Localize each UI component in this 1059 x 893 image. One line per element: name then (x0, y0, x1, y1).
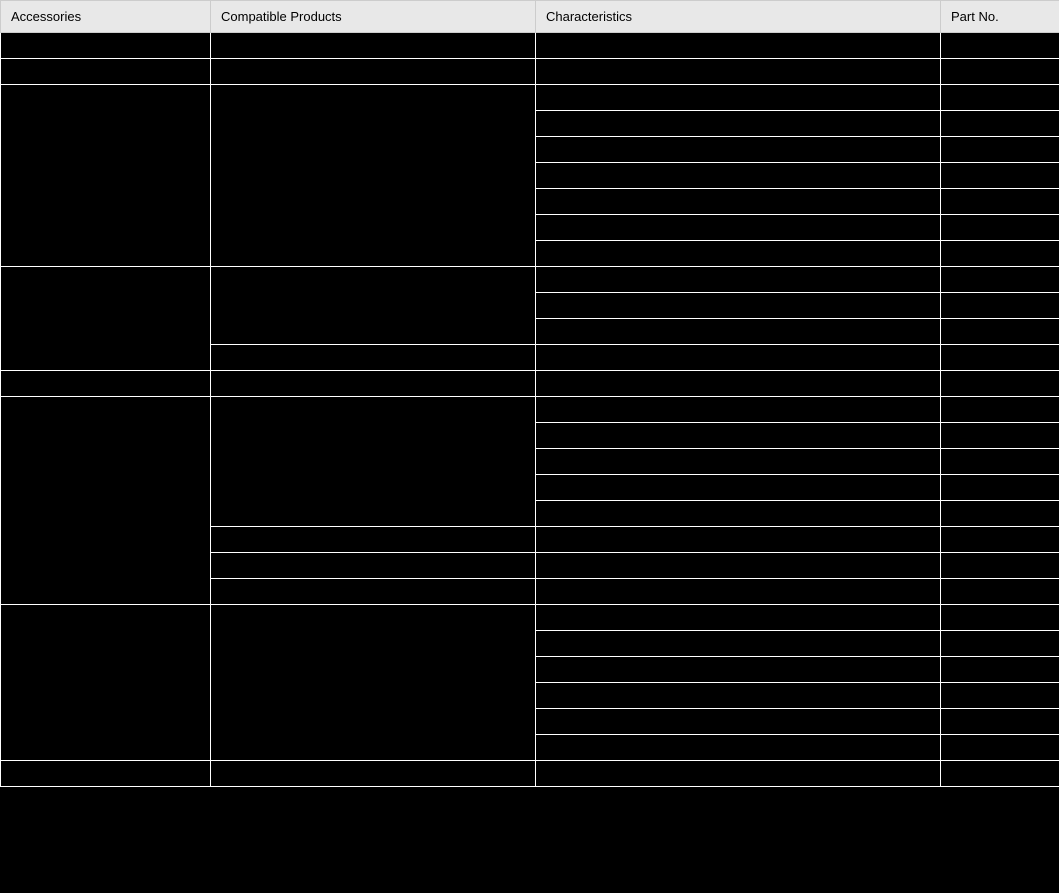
cell-chars (536, 553, 941, 579)
cell-accessory (1, 85, 211, 267)
cell-partno (941, 553, 1059, 579)
cell-chars (536, 735, 941, 761)
cell-accessory (1, 267, 211, 371)
cell-accessory (1, 371, 211, 397)
cell-partno (941, 33, 1059, 59)
cell-partno (941, 59, 1059, 85)
cell-partno (941, 423, 1059, 449)
cell-chars (536, 397, 941, 423)
cell-partno (941, 267, 1059, 293)
cell-accessory (1, 397, 211, 605)
cell-chars (536, 423, 941, 449)
cell-partno (941, 215, 1059, 241)
cell-partno (941, 293, 1059, 319)
cell-partno (941, 631, 1059, 657)
cell-chars (536, 683, 941, 709)
cell-compatible (211, 579, 536, 605)
cell-partno (941, 579, 1059, 605)
cell-compatible (211, 371, 536, 397)
table-row (1, 371, 1059, 397)
col-header-partno: Part No. (941, 1, 1059, 33)
cell-accessory (1, 761, 211, 787)
cell-partno (941, 657, 1059, 683)
table-row (1, 85, 1059, 111)
cell-compatible (211, 59, 536, 85)
col-header-characteristics: Characteristics (536, 1, 941, 33)
cell-chars (536, 501, 941, 527)
cell-partno (941, 449, 1059, 475)
cell-compatible (211, 267, 536, 345)
cell-chars (536, 579, 941, 605)
cell-accessory (1, 59, 211, 85)
cell-partno (941, 319, 1059, 345)
cell-compatible (211, 527, 536, 553)
cell-compatible (211, 345, 536, 371)
cell-chars (536, 709, 941, 735)
cell-accessory (1, 605, 211, 761)
cell-partno (941, 85, 1059, 111)
cell-chars (536, 761, 941, 787)
cell-compatible (211, 553, 536, 579)
col-header-compatible: Compatible Products (211, 1, 536, 33)
cell-partno (941, 163, 1059, 189)
table-row (1, 761, 1059, 787)
cell-chars (536, 527, 941, 553)
table-row (1, 59, 1059, 85)
cell-chars (536, 605, 941, 631)
cell-compatible (211, 33, 536, 59)
table-row (1, 33, 1059, 59)
cell-chars (536, 241, 941, 267)
cell-compatible (211, 761, 536, 787)
cell-chars (536, 345, 941, 371)
cell-chars (536, 319, 941, 345)
cell-chars (536, 371, 941, 397)
cell-compatible (211, 397, 536, 527)
cell-chars (536, 85, 941, 111)
cell-partno (941, 683, 1059, 709)
cell-chars (536, 631, 941, 657)
cell-partno (941, 709, 1059, 735)
cell-partno (941, 527, 1059, 553)
cell-chars (536, 59, 941, 85)
cell-partno (941, 137, 1059, 163)
cell-chars (536, 475, 941, 501)
cell-partno (941, 605, 1059, 631)
cell-partno (941, 761, 1059, 787)
cell-accessory (1, 33, 211, 59)
cell-partno (941, 345, 1059, 371)
table-row (1, 397, 1059, 423)
cell-chars (536, 189, 941, 215)
cell-partno (941, 475, 1059, 501)
cell-chars (536, 657, 941, 683)
cell-partno (941, 501, 1059, 527)
table-row (1, 267, 1059, 293)
cell-chars (536, 293, 941, 319)
cell-chars (536, 449, 941, 475)
cell-chars (536, 215, 941, 241)
cell-compatible (211, 605, 536, 761)
cell-partno (941, 189, 1059, 215)
cell-partno (941, 111, 1059, 137)
cell-chars (536, 137, 941, 163)
cell-chars (536, 163, 941, 189)
cell-compatible (211, 85, 536, 267)
table-row (1, 605, 1059, 631)
cell-chars (536, 33, 941, 59)
cell-chars (536, 111, 941, 137)
cell-partno (941, 397, 1059, 423)
cell-chars (536, 267, 941, 293)
cell-partno (941, 241, 1059, 267)
accessories-table: Accessories Compatible Products Characte… (0, 0, 1059, 787)
cell-partno (941, 735, 1059, 761)
cell-partno (941, 371, 1059, 397)
col-header-accessories: Accessories (1, 1, 211, 33)
